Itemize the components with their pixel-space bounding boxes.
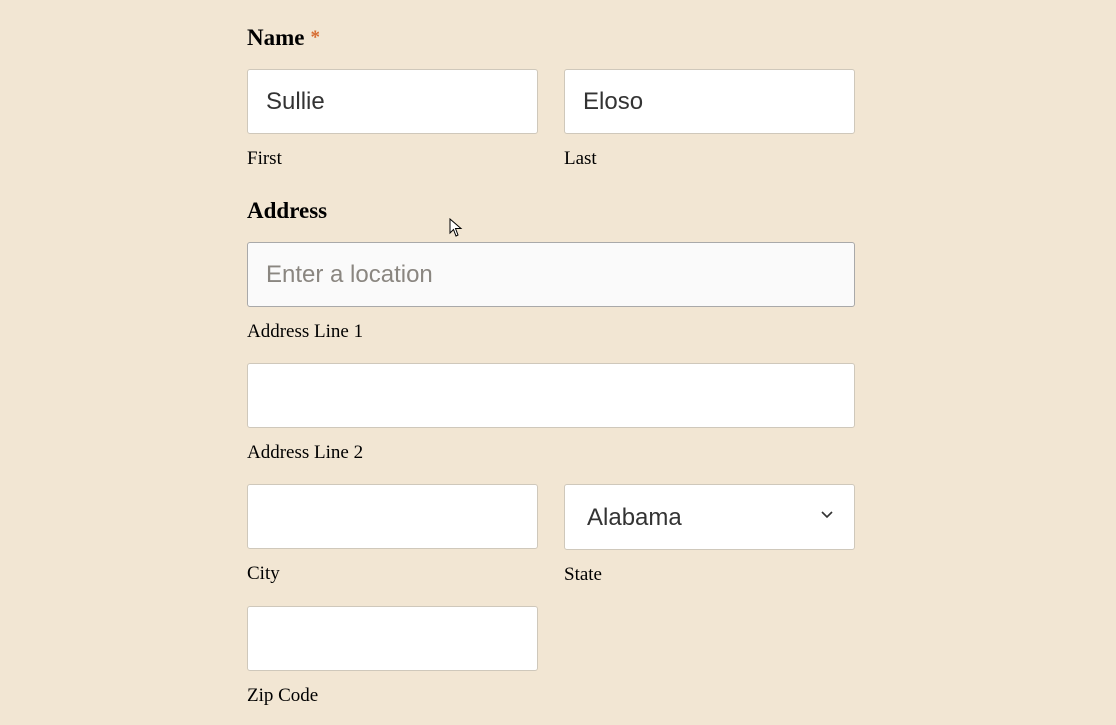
city-col: City [247,484,538,586]
address-line2-sublabel: Address Line 2 [247,442,855,464]
zip-wrap: Zip Code [247,606,538,707]
state-sublabel: State [564,564,855,586]
first-name-input[interactable] [247,69,538,134]
last-name-sublabel: Last [564,148,855,170]
city-sublabel: City [247,563,538,585]
city-input[interactable] [247,484,538,549]
zip-sublabel: Zip Code [247,685,538,707]
address-line1-sublabel: Address Line 1 [247,321,855,343]
state-select-wrapper: Alabama [564,484,855,550]
first-name-col: First [247,69,538,170]
last-name-input[interactable] [564,69,855,134]
address-line1-input[interactable] [247,242,855,307]
name-row: First Last [247,69,855,170]
state-select[interactable]: Alabama [564,484,855,550]
required-asterisk-icon: * [310,27,320,49]
name-group-label: Name * [247,25,855,51]
last-name-col: Last [564,69,855,170]
state-col: Alabama State [564,484,855,586]
address-line2-wrap: Address Line 2 [247,363,855,464]
address-line2-input[interactable] [247,363,855,428]
city-state-row: City Alabama State [247,484,855,586]
first-name-sublabel: First [247,148,538,170]
address-line1-wrap: Address Line 1 [247,242,855,343]
address-group-label: Address [247,198,855,224]
zip-input[interactable] [247,606,538,671]
address-label-text: Address [247,198,327,224]
name-field-group: Name * First Last [247,25,855,170]
name-label-text: Name [247,25,304,51]
form-container: Name * First Last Address Address Line 1… [247,25,855,707]
address-field-group: Address Address Line 1 Address Line 2 Ci… [247,198,855,707]
